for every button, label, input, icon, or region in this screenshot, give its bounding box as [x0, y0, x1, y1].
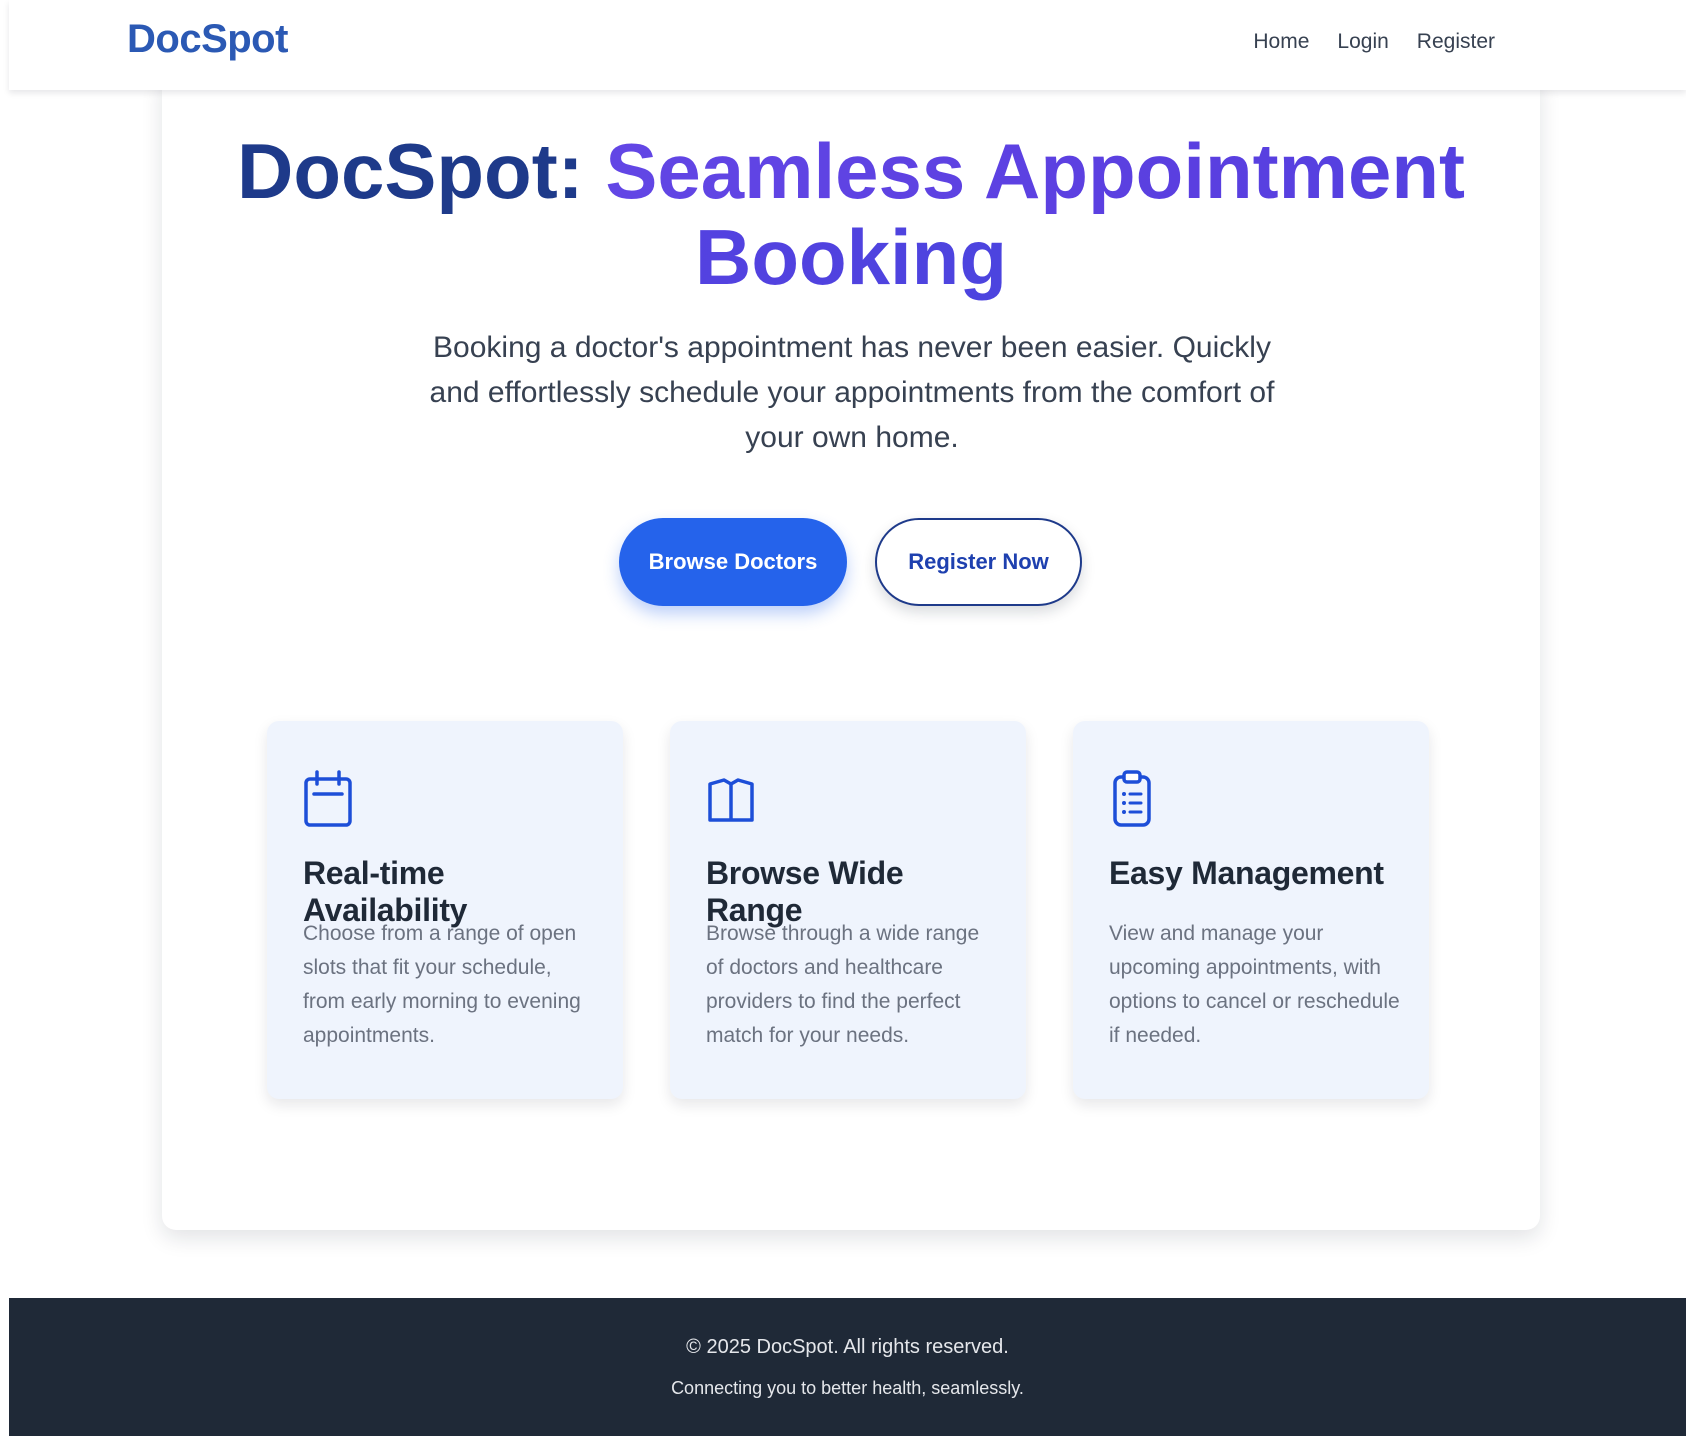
hero-card: DocSpot: Seamless Appointment Booking Bo… — [162, 72, 1540, 1230]
brand-logo[interactable]: DocSpot — [127, 17, 288, 62]
footer-copyright: © 2025 DocSpot. All rights reserved. — [686, 1336, 1009, 1358]
nav-link-login[interactable]: Login — [1337, 30, 1388, 54]
register-now-button[interactable]: Register Now — [875, 518, 1082, 606]
hero-title: DocSpot: Seamless Appointment Booking — [162, 128, 1540, 300]
nav-link-register[interactable]: Register — [1417, 30, 1495, 54]
feature-card-availability: Real-time Availability Choose from a ran… — [267, 721, 623, 1099]
hero-title-tagline: Seamless Appointment Booking — [605, 127, 1465, 301]
book-icon — [708, 778, 754, 822]
top-navbar: DocSpot Home Login Register — [9, 0, 1686, 90]
feature-text: Choose from a range of open slots that f… — [303, 922, 581, 1047]
nav-links: Home Login Register — [1253, 30, 1495, 54]
feature-card-management: Easy Management View and manage your upc… — [1073, 721, 1429, 1099]
feature-title: Easy Management — [1109, 855, 1384, 891]
clipboard-list-icon — [1113, 770, 1151, 827]
calendar-icon — [304, 770, 352, 827]
page-footer: © 2025 DocSpot. All rights reserved. Con… — [9, 1298, 1686, 1436]
footer-tagline: Connecting you to better health, seamles… — [671, 1378, 1024, 1398]
hero-subtitle: Booking a doctor's appointment has never… — [429, 331, 1275, 454]
hero-title-brand: DocSpot: — [237, 127, 606, 215]
feature-text: View and manage your upcoming appointmen… — [1109, 922, 1400, 1047]
feature-text: Browse through a wide range of doctors a… — [706, 922, 980, 1047]
browse-doctors-button[interactable]: Browse Doctors — [619, 518, 847, 606]
nav-link-home[interactable]: Home — [1253, 30, 1309, 54]
feature-card-browse: Browse Wide Range Browse through a wide … — [670, 721, 1026, 1099]
